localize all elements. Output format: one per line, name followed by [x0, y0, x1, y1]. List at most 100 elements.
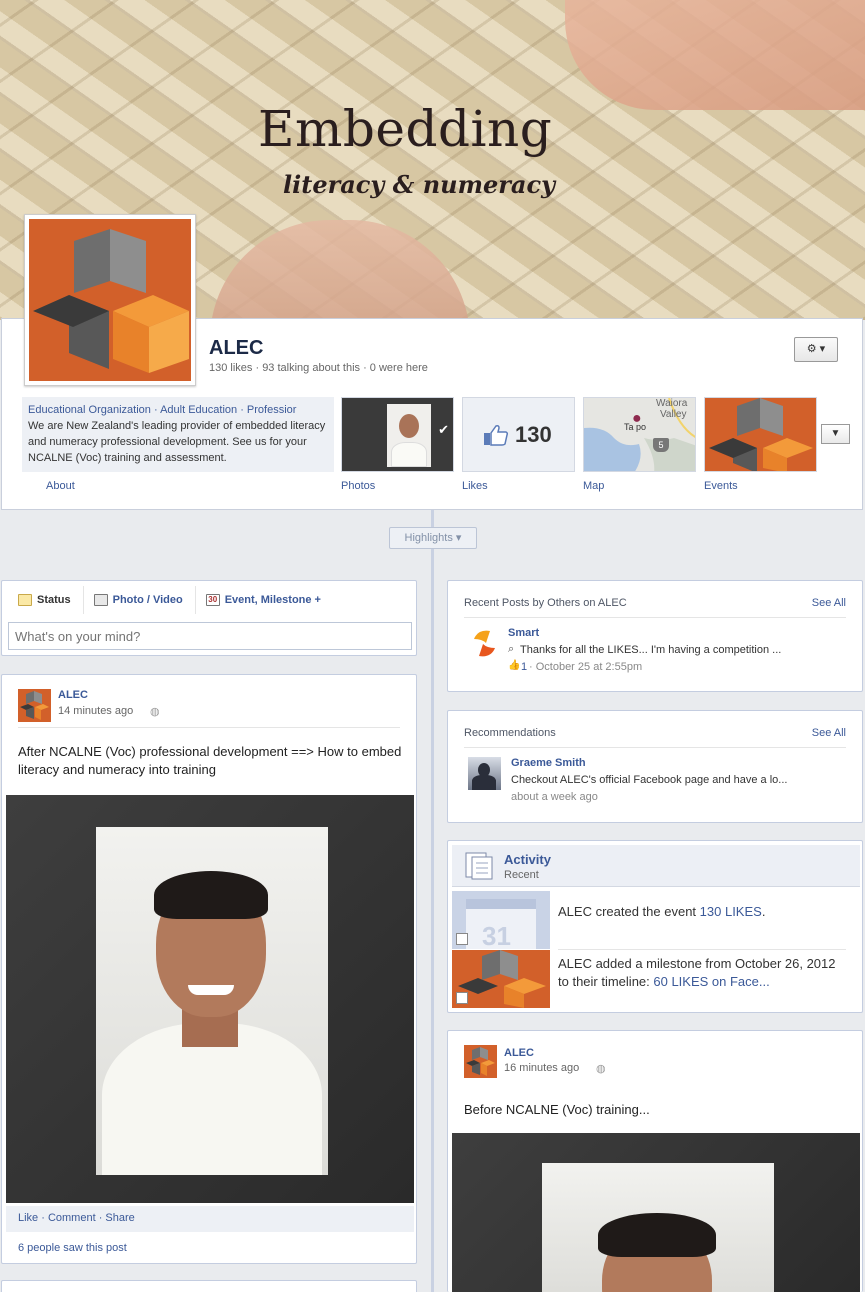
events-tab-thumbnail[interactable]	[704, 397, 817, 472]
activity-card: Activity Recent 31 ALEC created the even…	[447, 840, 863, 1013]
recommendations-card: Recommendations See All Graeme Smith Che…	[447, 710, 863, 823]
post-photo[interactable]	[452, 1133, 860, 1292]
photos-tab-thumbnail[interactable]: ✔	[341, 397, 454, 472]
post-author[interactable]: ALEC	[504, 1047, 534, 1059]
recent-posts-title: Recent Posts by Others on ALEC	[464, 597, 627, 609]
status-icon	[18, 594, 32, 606]
post-photo[interactable]	[6, 795, 414, 1203]
divider	[464, 747, 846, 748]
recommendations-see-all[interactable]: See All	[812, 727, 846, 739]
page-stats: 130 likes · 93 talking about this · 0 we…	[209, 362, 428, 374]
tab-status-label: Status	[37, 594, 71, 606]
recent-post-text[interactable]: Thanks for all the LIKES... I'm having a…	[520, 644, 781, 656]
activity-item: ALEC added a milestone from October 26, …	[558, 955, 848, 991]
post-seen-count[interactable]: 6 people saw this post	[18, 1242, 127, 1254]
thumbs-up-icon	[484, 425, 509, 446]
photos-tab-label[interactable]: Photos	[341, 480, 375, 492]
activity-text: .	[761, 904, 766, 919]
highlights-dropdown[interactable]: Highlights ▾	[389, 527, 477, 549]
calendar-icon	[456, 933, 468, 945]
alec-logo	[29, 219, 191, 381]
portrait-smile	[188, 985, 234, 995]
cover-hand-image	[565, 0, 865, 110]
likes-tab-label[interactable]: Likes	[462, 480, 488, 492]
milestone-flag-icon	[456, 992, 468, 1004]
activity-link[interactable]: 60 LIKES on Face...	[653, 974, 769, 989]
likes-count: 130	[515, 422, 552, 447]
about-categories[interactable]: Educational Organization · Adult Educati…	[28, 402, 328, 418]
recommendations-title: Recommendations	[464, 727, 556, 739]
tab-status[interactable]: Status	[18, 586, 84, 614]
highway-badge: 5	[653, 438, 669, 452]
globe-icon: ◍	[596, 1063, 606, 1075]
map-tab-thumbnail[interactable]: Waiora Valley Ta po ● 5	[583, 397, 696, 472]
alec-logo	[709, 398, 813, 471]
cover-title: Embedding	[258, 100, 553, 158]
about-summary[interactable]: Educational Organization · Adult Educati…	[22, 397, 334, 472]
post-timestamp[interactable]: 14 minutes ago	[58, 705, 133, 717]
recent-posts-card: Recent Posts by Others on ALEC See All S…	[447, 580, 863, 692]
recent-post-like-count[interactable]: 1	[521, 661, 527, 673]
tab-photo-video-label: Photo / Video	[112, 594, 183, 606]
milestone-thumbnail[interactable]	[452, 950, 550, 1008]
divider	[464, 617, 846, 618]
timeline-spine	[431, 510, 434, 1292]
portrait-hair	[154, 871, 268, 919]
about-link[interactable]: About	[46, 480, 75, 492]
post-composer: Status Photo / Video 30 Event, Milestone…	[1, 580, 417, 656]
portrait-hair	[598, 1213, 716, 1257]
activity-icon	[465, 852, 493, 880]
recommendation-text[interactable]: Checkout ALEC's official Facebook page a…	[511, 774, 787, 786]
post-text: Before NCALNE (Voc) training...	[464, 1102, 650, 1117]
activity-item: ALEC created the event 130 LIKES.	[558, 903, 848, 921]
tab-event-milestone[interactable]: 30 Event, Milestone +	[205, 586, 333, 614]
attachment-icon: ⌕	[508, 643, 515, 655]
divider	[18, 727, 400, 728]
divider	[558, 949, 846, 950]
event-thumbnail[interactable]: 31	[452, 891, 550, 949]
recommendation-author[interactable]: Graeme Smith	[511, 757, 586, 769]
events-tab-label[interactable]: Events	[704, 480, 738, 492]
activity-text: ALEC created the event	[558, 904, 700, 919]
activity-link[interactable]: 130 LIKES	[700, 904, 762, 919]
post-text: After NCALNE (Voc) professional developm…	[18, 744, 402, 777]
recent-posts-see-all[interactable]: See All	[812, 597, 846, 609]
status-input[interactable]	[8, 622, 412, 650]
timeline-post: ALEC 16 minutes ago ◍ Before NCALNE (Voc…	[447, 1030, 863, 1292]
portrait-image	[96, 827, 328, 1175]
recent-post-date[interactable]: · October 25 at 2:55pm	[529, 661, 642, 673]
photo-thumbnail	[387, 404, 431, 467]
cover-subtitle: literacy & numeracy	[283, 170, 556, 199]
post-actions[interactable]: Like · Comment · Share	[6, 1206, 414, 1232]
author-avatar[interactable]	[464, 1045, 497, 1078]
about-description: We are New Zealand's leading provider of…	[28, 420, 326, 464]
like-icon: 👍	[508, 660, 521, 671]
timeline-post: ALEC 14 minutes ago ◍ After NCALNE (Voc)…	[1, 674, 417, 1264]
map-place-label: Valley	[660, 409, 687, 420]
next-post-card	[1, 1280, 417, 1292]
post-timestamp[interactable]: 16 minutes ago	[504, 1062, 579, 1074]
activity-title[interactable]: Activity	[504, 852, 551, 867]
activity-header: Activity Recent	[452, 845, 860, 887]
likes-tab-thumbnail[interactable]: 130	[462, 397, 575, 472]
page-name[interactable]: ALEC	[209, 337, 263, 360]
calendar-date: 31	[482, 921, 511, 949]
calendar-icon: 30	[205, 594, 220, 606]
activity-subtitle: Recent	[504, 869, 539, 881]
map-pin-icon: ●	[632, 410, 642, 427]
photo-icon	[93, 594, 108, 606]
map-tab-label[interactable]: Map	[583, 480, 604, 492]
check-icon: ✔	[438, 422, 449, 437]
settings-gear-button[interactable]: ⚙ ▾	[794, 337, 838, 362]
recent-post-author[interactable]: Smart	[508, 627, 539, 639]
post-author[interactable]: ALEC	[58, 689, 88, 701]
author-avatar[interactable]	[18, 689, 51, 722]
composer-tabs: Status Photo / Video 30 Event, Milestone…	[2, 581, 416, 619]
tab-photo-video[interactable]: Photo / Video	[93, 586, 196, 614]
recommendation-date: about a week ago	[511, 791, 598, 803]
avatar[interactable]	[468, 757, 501, 790]
smart-logo-icon[interactable]	[468, 627, 501, 660]
profile-picture[interactable]	[24, 214, 196, 386]
cover-hand-image	[210, 220, 470, 320]
more-tabs-button[interactable]: ▼	[821, 424, 850, 444]
